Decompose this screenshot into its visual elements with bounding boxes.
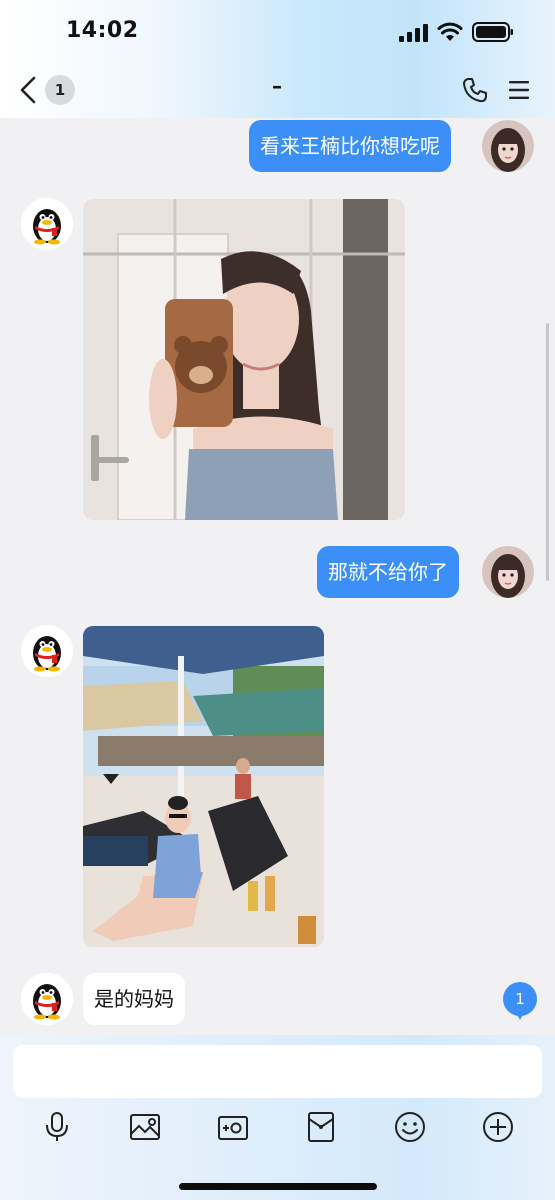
menu-button[interactable] <box>507 78 531 102</box>
emoji-button[interactable] <box>393 1110 427 1144</box>
back-button[interactable] <box>14 74 44 106</box>
contact-avatar[interactable] <box>21 625 73 677</box>
battery-icon <box>472 22 513 42</box>
red-packet-button[interactable] <box>304 1110 338 1144</box>
message-input[interactable] <box>13 1045 542 1098</box>
more-button[interactable] <box>481 1110 515 1144</box>
composer-bar <box>0 1035 555 1200</box>
outgoing-message-bubble[interactable]: 看来王楠比你想吃呢 <box>249 120 451 172</box>
camera-button[interactable] <box>216 1110 250 1144</box>
image-message[interactable] <box>83 199 405 520</box>
status-bar: 14:02 <box>0 0 555 62</box>
poolside-photo <box>83 626 324 947</box>
photo-icon <box>130 1114 160 1140</box>
my-avatar[interactable] <box>482 546 534 598</box>
chat-header: 1 – <box>0 62 555 118</box>
contact-avatar[interactable] <box>21 973 73 1025</box>
phone-call-button[interactable] <box>461 76 489 104</box>
my-avatar[interactable] <box>482 120 534 172</box>
incoming-message-bubble[interactable]: 是的妈妈 <box>83 973 185 1025</box>
emoji-icon <box>395 1112 425 1142</box>
cellular-signal-icon <box>399 24 428 42</box>
voice-button[interactable] <box>40 1110 74 1144</box>
home-indicator[interactable] <box>179 1183 377 1190</box>
camera-icon <box>218 1116 248 1140</box>
contact-avatar[interactable] <box>21 198 73 250</box>
chat-title: – <box>272 74 282 98</box>
microphone-icon <box>46 1112 68 1141</box>
image-message[interactable] <box>83 626 324 947</box>
album-button[interactable] <box>128 1110 162 1144</box>
status-time: 14:02 <box>66 18 139 43</box>
wifi-icon <box>437 22 463 41</box>
new-message-indicator[interactable]: 1 <box>503 982 537 1020</box>
message-list[interactable]: 看来王楠比你想吃呢 那就不给你了 是的妈妈 <box>0 118 555 1035</box>
outgoing-message-bubble[interactable]: 那就不给你了 <box>317 546 459 598</box>
unread-count-badge[interactable]: 1 <box>45 75 75 105</box>
scrollbar[interactable] <box>546 323 549 581</box>
red-packet-icon <box>308 1112 334 1142</box>
add-icon <box>483 1112 513 1142</box>
mirror-selfie-photo <box>83 199 405 520</box>
